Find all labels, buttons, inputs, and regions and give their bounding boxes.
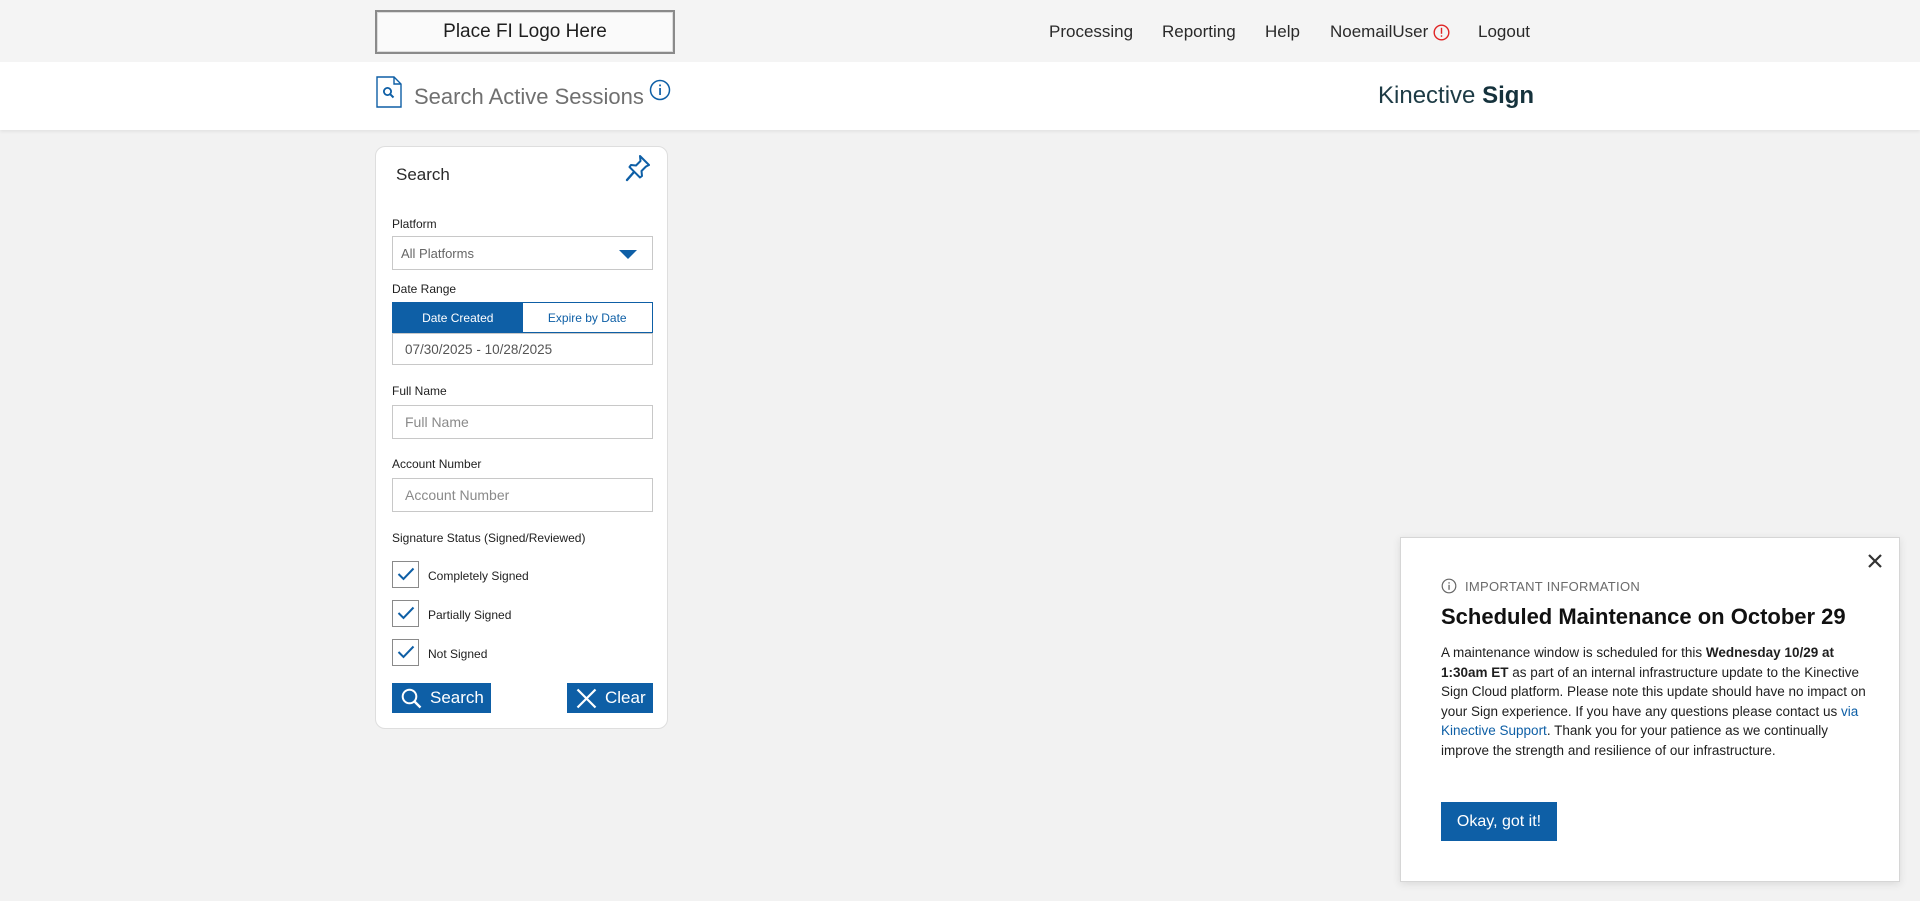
nav-logout-label[interactable]: Logout (1478, 22, 1530, 42)
check-icon (397, 606, 415, 620)
date-range-input[interactable]: 07/30/2025 - 10/28/2025 (392, 333, 653, 365)
date-range-label: Date Range (392, 282, 457, 296)
eyebrow-label: IMPORTANT INFORMATION (1465, 578, 1641, 594)
checkbox-completely-signed-label[interactable]: Completely Signed (428, 569, 529, 583)
platform-select[interactable]: All Platforms (392, 236, 653, 270)
toggle-expire-by-date[interactable]: Expire by Date (522, 303, 652, 332)
checkbox-completely-signed[interactable] (392, 561, 419, 588)
full-name-input[interactable]: Full Name (392, 405, 653, 439)
search-button[interactable]: Search (392, 683, 491, 713)
date-range-toggle: Date Created Expire by Date (392, 302, 653, 333)
check-icon (397, 645, 415, 659)
modal-title: Scheduled Maintenance on October 29 (1441, 604, 1846, 629)
info-circle-icon (1441, 578, 1457, 594)
body-text-1: A maintenance window is scheduled for th… (1441, 645, 1706, 660)
top-navigation-bar: Place FI Logo Here Processing Reporting … (0, 0, 1920, 62)
important-info-eyebrow: IMPORTANT INFORMATION (1441, 578, 1640, 594)
signature-status-label: Signature Status (Signed/Reviewed) (392, 531, 586, 545)
brand-bold: Sign (1482, 82, 1535, 109)
search-icon (401, 688, 422, 708)
modal-body: A maintenance window is scheduled for th… (1441, 643, 1871, 761)
search-panel: Search Platform All Platforms Date Range… (375, 146, 668, 729)
checkbox-partially-signed[interactable] (392, 600, 419, 627)
account-number-placeholder: Account Number (405, 487, 510, 503)
close-icon (576, 688, 597, 708)
alert-circle-icon[interactable] (1433, 24, 1450, 41)
checkbox-partially-signed-label[interactable]: Partially Signed (428, 608, 511, 622)
full-name-placeholder: Full Name (405, 414, 469, 430)
logo-placeholder[interactable]: Place FI Logo Here (375, 10, 675, 54)
checkbox-not-signed[interactable] (392, 639, 419, 666)
page-header: Search Active Sessions Kinective Sign (0, 62, 1920, 130)
date-range-value: 07/30/2025 - 10/28/2025 (405, 341, 553, 357)
checkbox-not-signed-label[interactable]: Not Signed (428, 647, 487, 661)
search-panel-title: Search (396, 165, 450, 184)
close-icon[interactable] (1867, 553, 1883, 569)
full-name-label: Full Name (392, 384, 447, 398)
nav-processing-label[interactable]: Processing (1049, 22, 1133, 42)
clear-button[interactable]: Clear (567, 683, 653, 713)
account-number-input[interactable]: Account Number (392, 478, 653, 512)
brand-light: Kinective (1378, 82, 1476, 109)
nav-user-label[interactable]: NoemailUser (1330, 22, 1428, 42)
nav-reporting-label[interactable]: Reporting (1162, 22, 1236, 42)
document-search-icon (376, 76, 402, 108)
info-circle-icon[interactable] (649, 79, 671, 101)
platform-label: Platform (392, 217, 437, 231)
check-icon (397, 567, 415, 581)
clear-button-label: Clear (605, 688, 646, 707)
search-button-label: Search (430, 688, 484, 707)
platform-select-value: All Platforms (401, 245, 474, 261)
okay-button[interactable]: Okay, got it! (1441, 802, 1557, 841)
maintenance-notice-dialog: IMPORTANT INFORMATION Scheduled Maintena… (1400, 537, 1900, 882)
page-title: Search Active Sessions (414, 84, 644, 109)
toggle-date-created[interactable]: Date Created (393, 303, 523, 332)
brand-logo: Kinective Sign (1378, 82, 1534, 110)
nav-help-label[interactable]: Help (1265, 22, 1300, 42)
account-number-label: Account Number (392, 457, 482, 471)
pin-icon[interactable] (624, 153, 652, 183)
caret-down-icon (619, 250, 637, 259)
